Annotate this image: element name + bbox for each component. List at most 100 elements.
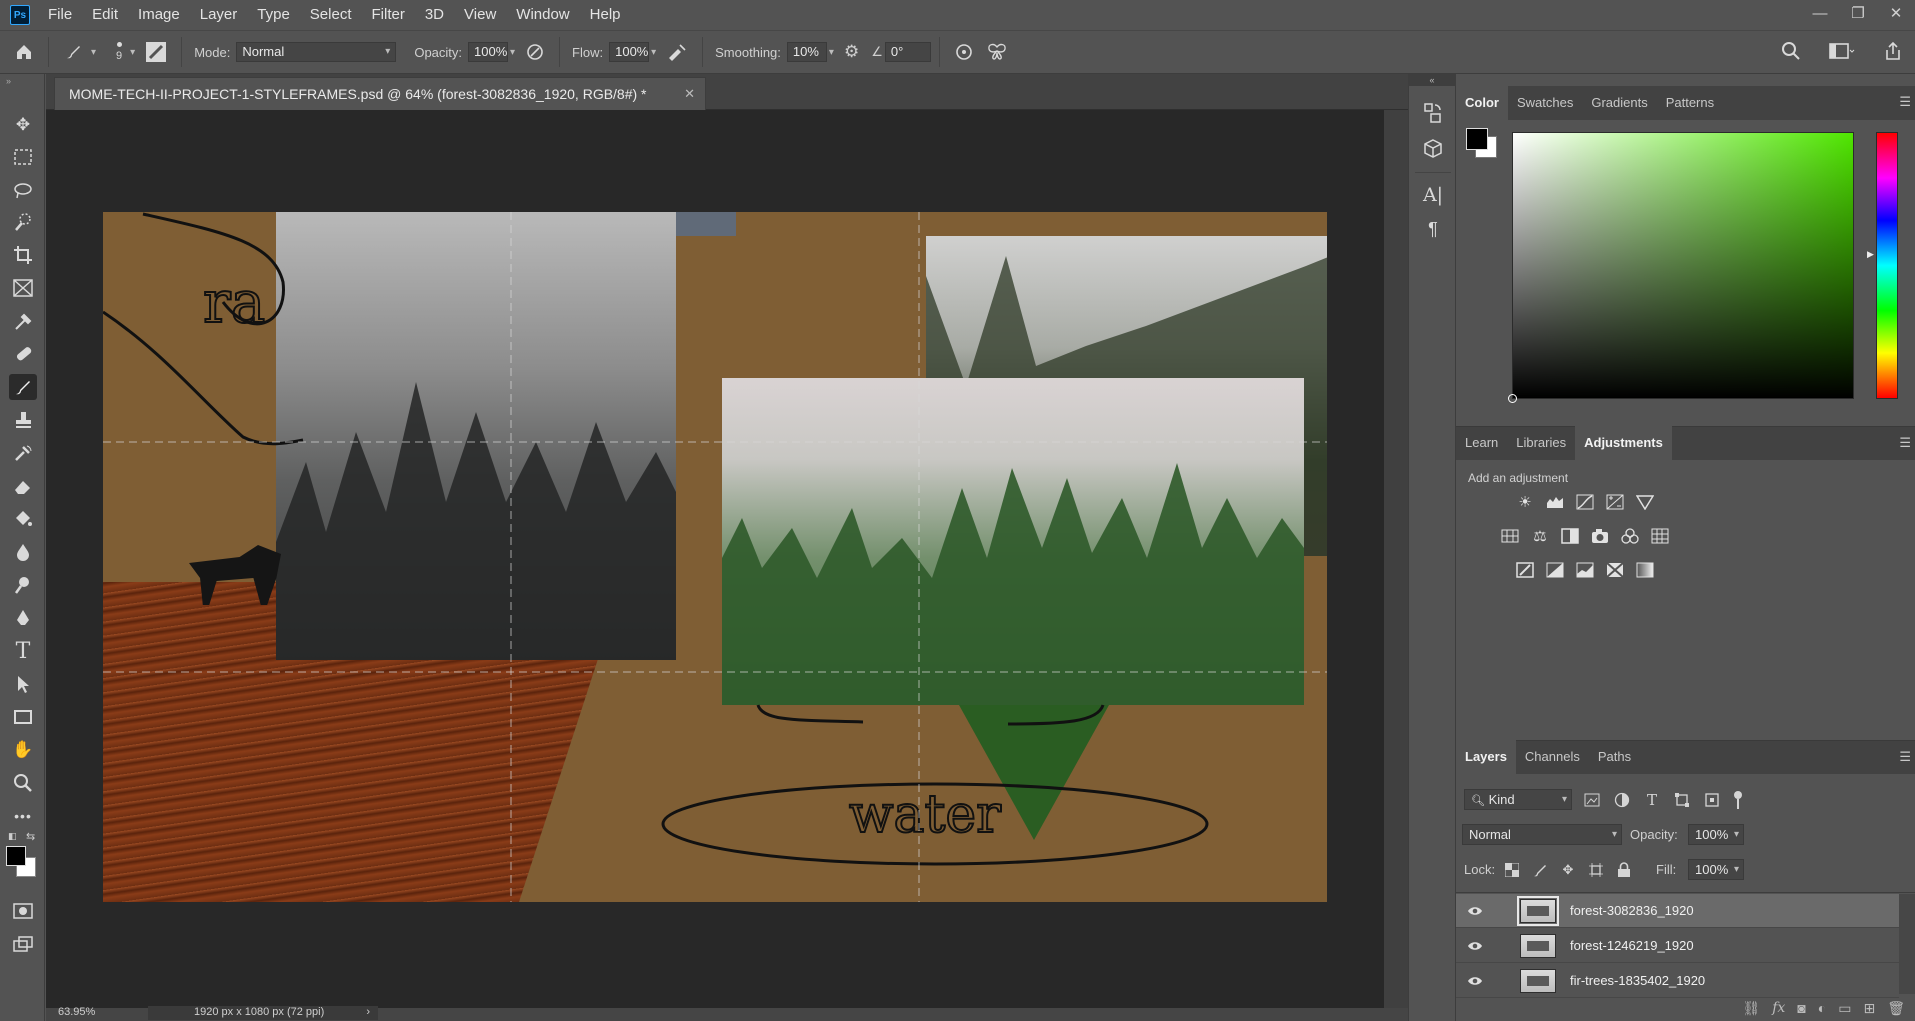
menu-edit[interactable]: Edit [82, 0, 128, 30]
curves-icon[interactable] [1574, 492, 1596, 512]
add-mask-icon[interactable]: ◙ [1797, 1000, 1805, 1021]
fill-input[interactable]: 100% ▾ [1688, 859, 1744, 880]
menu-type[interactable]: Type [247, 0, 300, 30]
new-group-folder-icon[interactable]: ▭ [1838, 1000, 1851, 1021]
exposure-icon[interactable] [1604, 492, 1626, 512]
close-icon[interactable]: ✕ [684, 78, 695, 110]
swap-colors-icon[interactable]: ⇆ [26, 830, 35, 843]
canvas-workspace[interactable]: ra water [46, 110, 1384, 1008]
quick-selection-tool-icon[interactable] [9, 209, 37, 235]
quick-mask-icon[interactable] [9, 898, 37, 924]
menu-3d[interactable]: 3D [415, 0, 454, 30]
eye-icon[interactable] [1466, 902, 1484, 920]
layer-opacity-input[interactable]: 100% ▾ [1688, 824, 1744, 845]
filter-toggle-icon[interactable] [1728, 790, 1748, 810]
home-icon[interactable] [14, 42, 34, 62]
menu-select[interactable]: Select [300, 0, 362, 30]
gear-icon[interactable]: ⚙ [844, 42, 859, 62]
pressure-opacity-icon[interactable] [525, 42, 545, 62]
levels-icon[interactable] [1544, 492, 1566, 512]
brush-tool-icon[interactable] [9, 374, 37, 400]
tab-swatches[interactable]: Swatches [1508, 86, 1582, 120]
lock-artboard-icon[interactable] [1586, 860, 1606, 880]
color-lookup-icon[interactable] [1649, 526, 1671, 546]
new-adjustment-layer-icon[interactable]: ◐ [1818, 1000, 1826, 1021]
hamburger-menu-icon[interactable]: ☰ [1899, 749, 1911, 765]
brush-preset-icon[interactable] [63, 42, 83, 62]
lock-position-icon[interactable]: ✥ [1558, 860, 1578, 880]
clone-stamp-tool-icon[interactable] [9, 407, 37, 433]
rectangle-tool-icon[interactable] [9, 704, 37, 730]
color-balance-icon[interactable]: ⚖ [1529, 526, 1551, 546]
selective-color-icon[interactable] [1604, 560, 1626, 580]
hue-slider[interactable] [1876, 132, 1898, 399]
screen-mode-icon[interactable] [9, 931, 37, 957]
brush-preset-dropdown-icon[interactable]: ▾ [91, 47, 96, 58]
hamburger-menu-icon[interactable]: ☰ [1899, 94, 1911, 110]
tab-gradients[interactable]: Gradients [1582, 86, 1656, 120]
menu-layer[interactable]: Layer [190, 0, 248, 30]
posterize-icon[interactable] [1544, 560, 1566, 580]
tab-color[interactable]: Color [1456, 86, 1508, 120]
tab-layers[interactable]: Layers [1456, 740, 1516, 774]
pixel-layer-filter-icon[interactable] [1582, 790, 1602, 810]
invert-icon[interactable] [1514, 560, 1536, 580]
menu-file[interactable]: File [38, 0, 82, 30]
blur-tool-icon[interactable] [9, 539, 37, 565]
document-canvas[interactable]: ra water [103, 212, 1327, 902]
lock-image-pixels-icon[interactable] [1530, 860, 1550, 880]
healing-brush-tool-icon[interactable] [9, 341, 37, 367]
layer-row[interactable]: fir-trees-1835402_1920 [1456, 964, 1899, 998]
minimize-button[interactable]: — [1801, 0, 1839, 26]
new-layer-icon[interactable]: ⊞ [1863, 1000, 1875, 1021]
link-layers-icon[interactable]: ⛓ [1742, 1000, 1760, 1021]
default-colors-icon[interactable]: ◧ [8, 831, 17, 842]
smoothing-dropdown-icon[interactable]: ▾ [829, 47, 834, 58]
more-tools-icon[interactable]: ••• [9, 803, 37, 829]
lock-transparent-pixels-icon[interactable] [1502, 860, 1522, 880]
layer-filter-select[interactable]: 🔍︎ Kind ▾ [1464, 789, 1572, 810]
restore-button[interactable]: ❐ [1839, 0, 1877, 26]
crop-tool-icon[interactable] [9, 242, 37, 268]
gradient-map-icon[interactable] [1634, 560, 1656, 580]
3d-panel-icon[interactable] [1421, 136, 1445, 162]
brush-size-dropdown-icon[interactable]: ▾ [130, 47, 135, 58]
adjustment-layer-filter-icon[interactable] [1612, 790, 1632, 810]
tab-paths[interactable]: Paths [1589, 740, 1640, 774]
paragraph-panel-icon[interactable]: ¶ [1421, 216, 1445, 242]
zoom-tool-icon[interactable] [9, 770, 37, 796]
move-tool-icon[interactable]: ✥ [9, 112, 37, 138]
flow-input[interactable]: 100% [609, 42, 650, 62]
flow-dropdown-icon[interactable]: ▾ [651, 47, 656, 58]
hue-saturation-icon[interactable] [1499, 526, 1521, 546]
color-picker-handle[interactable] [1508, 394, 1517, 403]
angle-input[interactable]: 0° [884, 42, 931, 62]
tab-learn[interactable]: Learn [1456, 426, 1507, 460]
vibrance-icon[interactable] [1634, 492, 1656, 512]
character-panel-icon[interactable]: A| [1421, 182, 1445, 208]
type-tool-icon[interactable]: T [9, 638, 37, 664]
search-icon[interactable] [1781, 41, 1801, 61]
color-panel-foreground-swatch[interactable] [1466, 128, 1488, 150]
tab-libraries[interactable]: Libraries [1507, 426, 1575, 460]
threshold-icon[interactable] [1574, 560, 1596, 580]
toolbar-collapse-icon[interactable]: » [6, 76, 11, 86]
photo-filter-icon[interactable] [1589, 526, 1611, 546]
smart-object-filter-icon[interactable] [1702, 790, 1722, 810]
blend-mode-select[interactable]: Normal ▾ [1462, 824, 1622, 845]
share-icon[interactable] [1883, 41, 1903, 61]
eyedropper-tool-icon[interactable] [9, 308, 37, 334]
tab-channels[interactable]: Channels [1516, 740, 1589, 774]
eye-icon[interactable] [1466, 937, 1484, 955]
hand-tool-icon[interactable]: ✋ [9, 737, 37, 763]
shape-layer-filter-icon[interactable] [1672, 790, 1692, 810]
document-size-info[interactable]: 1920 px x 1080 px (72 ppi) › [148, 1006, 378, 1020]
layers-scrollbar[interactable] [1899, 894, 1915, 994]
pen-tool-icon[interactable] [9, 605, 37, 631]
menu-window[interactable]: Window [506, 0, 579, 30]
panel-collapse-bar[interactable]: « [1408, 74, 1456, 86]
lasso-tool-icon[interactable] [9, 177, 37, 203]
tab-patterns[interactable]: Patterns [1657, 86, 1723, 120]
layer-row[interactable]: forest-3082836_1920 [1456, 894, 1899, 928]
history-panel-icon[interactable] [1421, 100, 1445, 126]
